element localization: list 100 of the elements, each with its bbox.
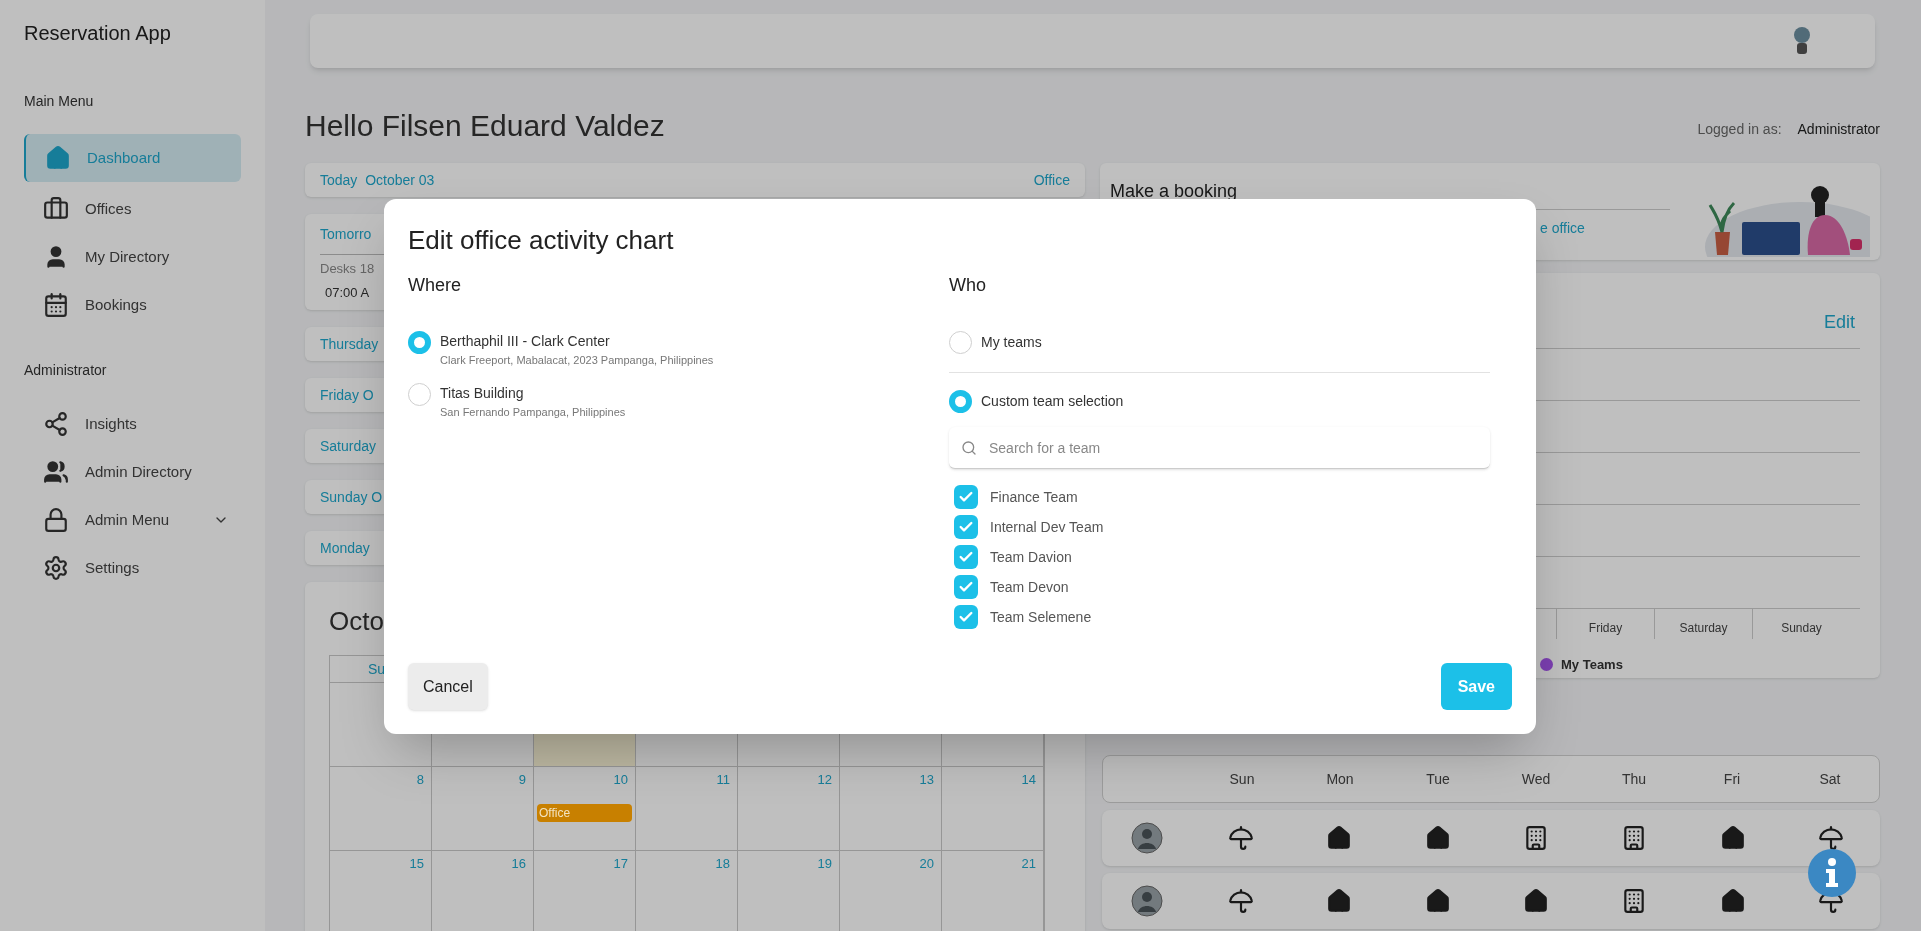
team-label: Team Selemene [990, 607, 1092, 627]
home-icon [1523, 888, 1549, 914]
umbrella-icon [1817, 825, 1844, 851]
date-number: 13 [918, 771, 935, 789]
settings-icon [43, 555, 69, 581]
team-label: Team Davion [990, 547, 1072, 567]
axis-label: Saturday [1679, 620, 1728, 637]
modal-title: Edit office activity chart [408, 224, 675, 257]
calendar-cell[interactable]: 16 [432, 851, 534, 931]
users-icon [43, 459, 69, 485]
day-card[interactable]: Today October 03 Office [305, 163, 1085, 197]
legend-label: My Teams [1561, 656, 1623, 674]
team-label: Team Devon [990, 577, 1069, 597]
day-label: Sunday O [320, 487, 383, 507]
booking-link[interactable]: e office [1540, 218, 1670, 239]
calendar-cell[interactable]: 11 [636, 767, 738, 850]
calendar-cell[interactable]: 14 [942, 767, 1044, 850]
radio-button[interactable] [949, 331, 972, 354]
weekday-label: Mon [1325, 769, 1355, 789]
weekday-label: Fri [1722, 769, 1742, 789]
booking-detail: 07:00 A [324, 283, 371, 302]
axis-label: Friday [1588, 620, 1623, 637]
option-label: My teams [981, 333, 1042, 352]
info-icon[interactable] [1808, 849, 1856, 897]
date-number: 9 [517, 771, 527, 789]
share-icon [43, 411, 69, 437]
checkbox[interactable] [954, 605, 978, 629]
avatar-icon [1131, 822, 1163, 854]
team-label: Internal Dev Team [990, 517, 1104, 537]
home-icon [45, 145, 71, 171]
office-name: Berthaphil III - Clark Center [440, 332, 611, 351]
office-address: Clark Freeport, Mabalacat, 2023 Pampanga, Philippines [440, 353, 714, 368]
save-button[interactable]: Save [1440, 663, 1512, 710]
date-number: 16 [510, 855, 527, 873]
section-heading: Who [949, 274, 987, 297]
avatar-icon [1131, 885, 1163, 917]
nav-item[interactable]: Admin Menu [24, 499, 241, 541]
calendar-cell[interactable]: 20 [840, 851, 942, 931]
date-number: 12 [816, 771, 833, 789]
day-status: Office [1033, 170, 1070, 190]
nav-item[interactable]: Admin Directory [24, 451, 241, 493]
booking-title: Make a booking [1110, 181, 1239, 201]
calendar-cell[interactable]: 12 [738, 767, 840, 850]
lock-icon [43, 507, 69, 533]
date-number: 21 [1020, 855, 1037, 873]
day-label: Thursday [320, 334, 379, 354]
logged-in-label: Logged in as: [1697, 120, 1782, 139]
checkbox[interactable] [954, 575, 978, 599]
office-address: San Fernando Pampanga, Philippines [440, 404, 626, 420]
search-icon [961, 440, 977, 456]
nav-item[interactable]: Offices [24, 188, 241, 230]
date-number: 11 [715, 771, 731, 789]
office-name: Titas Building [440, 383, 525, 403]
building-icon [1523, 825, 1549, 851]
home-icon [1719, 888, 1746, 914]
home-icon [1424, 888, 1451, 914]
cancel-button[interactable]: Cancel [408, 663, 488, 710]
nav-item[interactable]: Insights [24, 403, 241, 445]
radio-button[interactable] [949, 390, 972, 413]
nav-item[interactable]: Bookings [24, 284, 241, 326]
weekday-label: Thu [1620, 769, 1648, 789]
radio-button[interactable] [408, 382, 431, 406]
calendar-cell[interactable]: 13 [840, 767, 942, 850]
calendar-cell[interactable]: 15 [330, 851, 432, 931]
edit-link[interactable]: Edit [1823, 309, 1855, 336]
user-avatar-icon[interactable] [1791, 26, 1813, 56]
booking-detail: Desks 18 [320, 260, 376, 278]
nav-item[interactable]: Settings [24, 547, 241, 589]
calendar-cell[interactable]: 10 Office [534, 767, 636, 850]
date-number: 10 [612, 771, 629, 789]
date-number: 20 [918, 855, 935, 873]
app-title: Reservation App [24, 21, 172, 46]
date-number: 17 [612, 855, 629, 873]
nav-item[interactable]: Dashboard [24, 134, 241, 182]
calendar-cell[interactable]: 18 [636, 851, 738, 931]
role-text: Administrator [1797, 120, 1880, 139]
calendar-cell[interactable]: 21 [942, 851, 1044, 931]
day-label: Friday O [320, 385, 374, 405]
calendar-cell[interactable]: 19 [738, 851, 840, 931]
date-number: 19 [816, 855, 833, 873]
day-label: Saturday [320, 436, 377, 456]
team-search-field[interactable]: Search for a team [949, 427, 1490, 469]
home-icon [1424, 825, 1451, 851]
weekday-label: Sat [1818, 769, 1842, 789]
umbrella-icon [1228, 888, 1255, 914]
nav-item[interactable]: My Directory [24, 236, 241, 278]
section-heading: Where [408, 274, 462, 297]
date-number: 18 [714, 855, 731, 873]
checkbox[interactable] [954, 485, 978, 509]
day-label: Today October 03 [320, 170, 435, 190]
calendar-cell[interactable]: 17 [534, 851, 636, 931]
calendar-cell[interactable]: 8 [330, 767, 432, 850]
home-icon [1326, 888, 1353, 914]
radio-button[interactable] [408, 331, 431, 354]
date-number: 14 [1020, 771, 1037, 789]
checkbox[interactable] [954, 515, 978, 539]
calendar-cell[interactable]: 9 [432, 767, 534, 850]
checkbox[interactable] [954, 545, 978, 569]
date-number: 15 [408, 855, 425, 873]
calendar-event[interactable]: Office [537, 803, 632, 822]
